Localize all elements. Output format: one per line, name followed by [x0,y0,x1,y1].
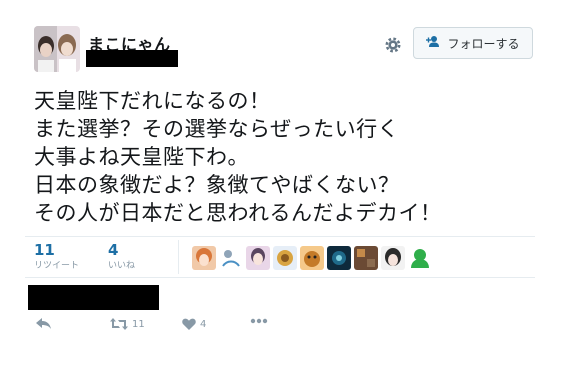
retweet-icon [110,318,128,330]
liker-avatar[interactable] [327,246,351,270]
more-button[interactable] [250,318,268,324]
person-add-icon [426,35,441,51]
tweet-line: 日本の象徴だよ？象徴てやばくない？ [34,173,400,197]
like-action-count: 4 [200,318,207,330]
like-count: 4 [108,241,119,259]
liker-avatar[interactable] [300,246,324,270]
stats-divider-top [25,236,535,237]
reply-button[interactable] [36,318,52,330]
retweet-count: 11 [34,241,55,259]
follow-button[interactable]: フォローする [413,27,533,59]
liker-avatar[interactable] [354,246,378,270]
liker-avatar[interactable] [192,246,216,270]
more-icon [250,318,268,324]
heart-icon [182,318,196,330]
tweet-line: また選挙？その選挙ならぜったい行く [34,117,400,141]
retweet-stat[interactable]: 11 リツイート [34,241,79,273]
liker-avatar[interactable] [273,246,297,270]
liker-avatar[interactable] [381,246,405,270]
liker-avatars [192,246,432,270]
liker-avatar[interactable] [246,246,270,270]
stats-separator [178,240,179,274]
stats-divider-bottom [25,277,535,278]
tweet-line: 大事よね天皇陛下わ。 [34,145,249,169]
like-button[interactable]: 4 [182,318,206,330]
retweet-action-count: 11 [132,318,145,330]
liker-avatar[interactable] [219,246,243,270]
tweet-line: 天皇陛下だれになるの！ [34,89,271,113]
like-label: いいね [108,261,136,271]
gear-icon[interactable] [383,35,403,55]
tweet-text: 天皇陛下だれになるの！ また選挙？その選挙ならぜったい行く 大事よね天皇陛下わ。… [34,87,554,227]
follow-label: フォローする [447,36,520,51]
timestamp-redaction [28,285,159,310]
retweet-label: リツイート [34,261,80,271]
tweet-line: その人が日本だと思われるんだよデカイ！ [34,201,442,225]
liker-avatar[interactable] [408,246,432,270]
handle-redaction [86,50,178,67]
reply-icon [36,318,51,329]
avatar[interactable] [34,26,80,72]
retweet-button[interactable]: 11 [110,318,145,330]
like-stat[interactable]: 4 いいね [108,241,135,273]
